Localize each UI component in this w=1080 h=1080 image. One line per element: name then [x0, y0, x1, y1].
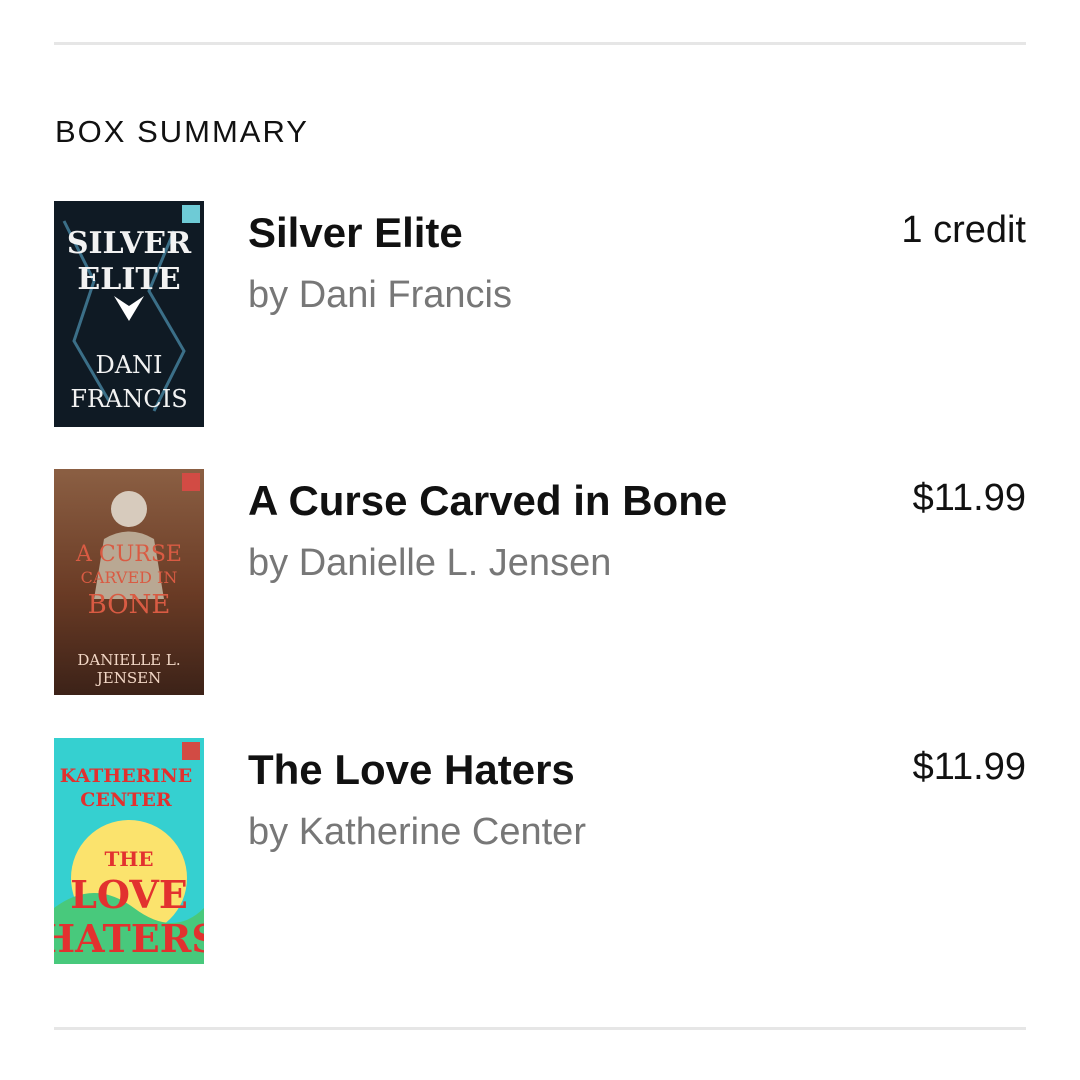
- cover-art: SILVER ELITE DANI FRANCIS: [54, 201, 204, 427]
- cover-art: A CURSE CARVED IN BONE DANIELLE L. JENSE…: [54, 469, 204, 695]
- section-title: BOX SUMMARY: [55, 114, 309, 149]
- cover-title-line: CARVED IN: [81, 568, 178, 587]
- cover-title-line: A CURSE: [75, 542, 182, 567]
- cover-author-line: CENTER: [80, 789, 172, 811]
- cover-art: KATHERINE CENTER THE LOVE HATERS: [54, 738, 204, 964]
- cover-author-line: DANI: [95, 351, 162, 379]
- book-price: $11.99: [912, 746, 1026, 788]
- cover-author-line: FRANCIS: [70, 385, 187, 413]
- cover-title-line: SILVER: [67, 226, 192, 261]
- book-item-silver-elite[interactable]: SILVER ELITE DANI FRANCIS Silver Elite b…: [54, 201, 1026, 427]
- cover-title-line: BONE: [88, 590, 171, 620]
- book-author: by Dani Francis: [248, 274, 512, 316]
- bottom-divider: [54, 1027, 1026, 1030]
- cover-title-line: HATERS: [54, 916, 204, 961]
- book-author: by Danielle L. Jensen: [248, 542, 612, 584]
- book-cover[interactable]: SILVER ELITE DANI FRANCIS: [54, 201, 204, 427]
- cover-author-line: KATHERINE: [60, 765, 193, 787]
- book-price: 1 credit: [901, 209, 1026, 251]
- book-item-a-curse-carved-in-bone[interactable]: A CURSE CARVED IN BONE DANIELLE L. JENSE…: [54, 469, 1026, 695]
- book-author: by Katherine Center: [248, 811, 586, 853]
- book-title[interactable]: Silver Elite: [248, 209, 463, 257]
- cover-title-line: ELITE: [77, 262, 180, 297]
- cover-author-line: JENSEN: [95, 669, 161, 687]
- book-price: $11.99: [912, 477, 1026, 519]
- book-cover[interactable]: KATHERINE CENTER THE LOVE HATERS: [54, 738, 204, 964]
- cover-author-line: DANIELLE L.: [77, 651, 180, 669]
- book-cover[interactable]: A CURSE CARVED IN BONE DANIELLE L. JENSE…: [54, 469, 204, 695]
- top-divider: [54, 42, 1026, 45]
- cover-title-line: LOVE: [70, 872, 188, 917]
- book-title[interactable]: A Curse Carved in Bone: [248, 477, 727, 525]
- cover-title-line: THE: [104, 847, 153, 871]
- book-title[interactable]: The Love Haters: [248, 746, 575, 794]
- book-item-the-love-haters[interactable]: KATHERINE CENTER THE LOVE HATERS The Lov…: [54, 738, 1026, 964]
